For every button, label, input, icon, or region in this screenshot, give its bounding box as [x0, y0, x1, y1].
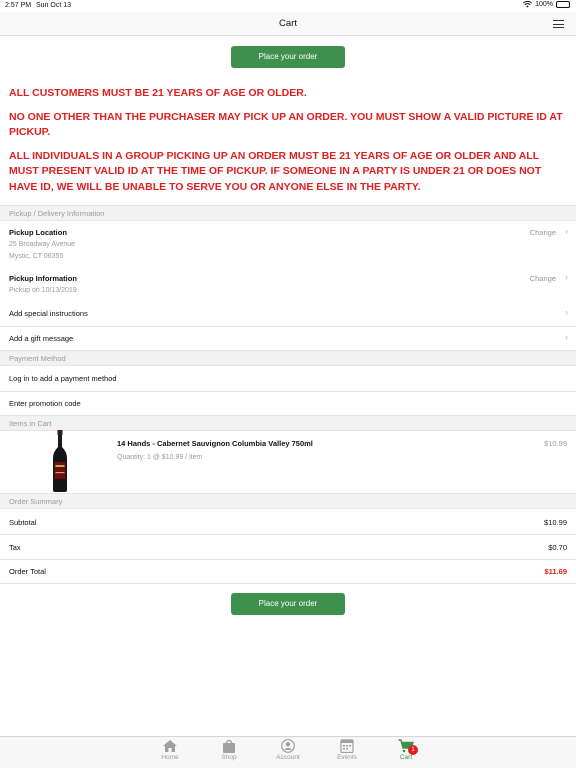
item-quantity: Quantity: 1 @ $10.99 / item [117, 454, 203, 461]
battery-icon [556, 1, 570, 8]
chevron-right-icon: › [565, 332, 568, 342]
order-total-value: $11.69 [544, 567, 567, 576]
special-instructions-row[interactable]: Add special instructions › [0, 301, 576, 326]
home-icon [163, 740, 177, 752]
subtotal-label: Subtotal [9, 518, 37, 527]
item-price: $10.99 [544, 439, 567, 448]
pickup-date: Pickup on 10/13/2019 [9, 287, 77, 294]
calendar-icon [340, 739, 354, 753]
status-bar: 2:57 PM Sun Oct 13 100% [0, 0, 576, 12]
place-order-button-top[interactable]: Place your order [231, 46, 345, 68]
status-time: 2:57 PM [5, 2, 32, 9]
change-location-link[interactable]: Change [530, 228, 556, 237]
promo-code-label: Enter promotion code [9, 399, 81, 408]
status-right: 100% [523, 1, 570, 8]
age-warnings: ALL CUSTOMERS MUST BE 21 YEARS OF AGE OR… [9, 86, 564, 203]
section-header-cart: Items in Cart [0, 415, 576, 431]
chevron-right-icon: › [565, 226, 568, 236]
nav-bar: Cart [0, 12, 576, 36]
subtotal-value: $10.99 [544, 518, 567, 527]
pickup-address-line2: Mystic, CT 06355 [9, 252, 64, 260]
place-order-button-bottom[interactable]: Place your order [231, 593, 345, 615]
tab-home[interactable]: Home [150, 739, 190, 761]
section-header-summary: Order Summary [0, 493, 576, 509]
warning-text: ALL INDIVIDUALS IN A GROUP PICKING UP AN… [9, 149, 542, 193]
status-date: Sun Oct 13 [36, 2, 72, 9]
login-payment-row[interactable]: Log in to add a payment method [0, 366, 576, 391]
list-menu-icon[interactable] [553, 20, 564, 28]
page-title: Cart [279, 18, 297, 29]
warning-text: ALL CUSTOMERS MUST BE 21 YEARS OF AGE OR… [9, 87, 307, 99]
shopping-bag-icon [223, 739, 235, 753]
tab-account[interactable]: Account [268, 739, 308, 761]
pickup-address-line1: 25 Broadway Avenue [9, 241, 76, 248]
tab-cart-label: Cart [399, 754, 413, 761]
tab-cart[interactable]: 1 Cart [386, 739, 426, 761]
login-payment-label: Log in to add a payment method [9, 374, 117, 383]
tab-shop[interactable]: Shop [209, 739, 249, 761]
order-total-label: Order Total [9, 567, 46, 576]
wine-bottle-image [53, 430, 67, 492]
tab-events-label: Events [337, 754, 357, 761]
pickup-location-label: Pickup Location [9, 228, 67, 237]
tax-label: Tax [9, 543, 21, 552]
tab-account-label: Account [276, 754, 300, 761]
chevron-right-icon: › [565, 272, 568, 282]
battery-percent: 100% [535, 1, 553, 8]
pickup-information-row[interactable]: Pickup Information Pickup on 10/13/2019 … [0, 267, 576, 301]
divider [0, 534, 576, 535]
tab-bar: Home Shop Account Events 1 Cart [0, 736, 576, 768]
tab-events[interactable]: Events [327, 739, 367, 761]
cart-count-badge: 1 [408, 745, 418, 755]
wifi-icon [523, 1, 533, 8]
promo-code-row[interactable]: Enter promotion code [0, 391, 576, 416]
pickup-location-row[interactable]: Pickup Location 25 Broadway Avenue Mysti… [0, 221, 576, 267]
pickup-information-label: Pickup Information [9, 274, 77, 283]
section-header-payment: Payment Method [0, 350, 576, 366]
tab-shop-label: Shop [221, 754, 237, 761]
change-pickup-info-link[interactable]: Change [530, 274, 556, 283]
section-header-pickup: Pickup / Delivery Information [0, 205, 576, 221]
tax-value: $0.70 [548, 543, 567, 552]
divider [0, 559, 576, 560]
warning-text: NO ONE OTHER THAN THE PURCHASER MAY PICK… [9, 110, 563, 139]
account-icon [281, 739, 295, 753]
gift-message-label: Add a gift message [9, 334, 74, 343]
special-instructions-label: Add special instructions [9, 309, 88, 318]
gift-message-row[interactable]: Add a gift message › [0, 326, 576, 350]
chevron-right-icon: › [565, 307, 568, 317]
tab-home-label: Home [161, 754, 179, 761]
item-name: 14 Hands - Cabernet Sauvignon Columbia V… [117, 439, 313, 448]
divider [0, 583, 576, 584]
